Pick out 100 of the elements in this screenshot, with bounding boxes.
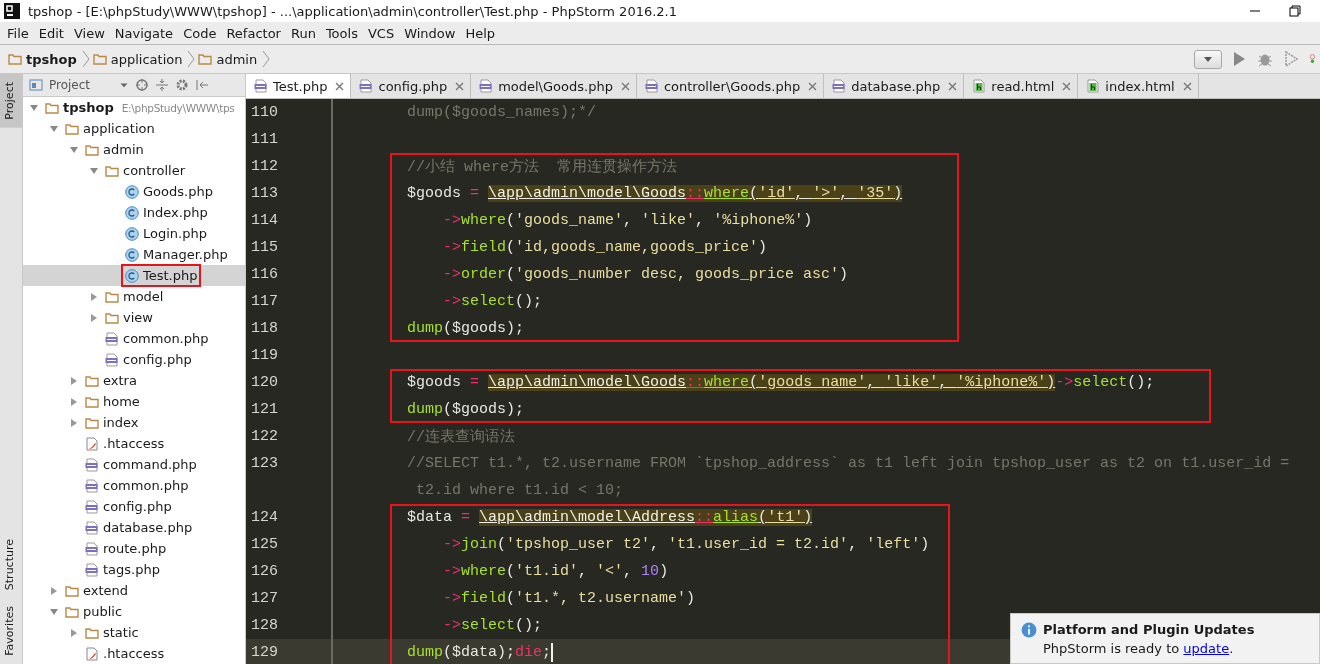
editor-tab[interactable]: Test.php [246, 74, 352, 98]
file-name: .htaccess [103, 436, 165, 451]
folder-icon [198, 52, 213, 66]
tree-item[interactable]: common.php [23, 475, 245, 496]
chevron-icon [81, 49, 90, 69]
class-icon [125, 226, 139, 241]
tree-item[interactable]: static [23, 622, 245, 643]
target-icon[interactable] [135, 78, 149, 92]
code-line: ->where('t1.id', '<', 10) [443, 563, 669, 580]
folder-icon [85, 625, 99, 640]
breadcrumb-item[interactable]: admin [216, 51, 258, 67]
code-line: ->field('t1.*, t2.username') [443, 590, 696, 607]
php-file-icon [254, 79, 268, 93]
code-line: ->select(); [443, 617, 543, 634]
chevron-icon [262, 49, 271, 69]
tree-item[interactable]: public [23, 601, 245, 622]
folder-icon [65, 604, 79, 619]
tree-item[interactable]: application [23, 118, 245, 139]
close-icon[interactable] [335, 81, 345, 91]
hide-panel-icon[interactable] [195, 78, 209, 92]
tool-window-tab[interactable]: Favorites [0, 598, 22, 664]
coverage-icon[interactable] [1282, 50, 1300, 68]
class-icon [125, 247, 139, 262]
tree-item[interactable]: extra [23, 370, 245, 391]
collapse-all-icon[interactable] [155, 78, 169, 92]
folder-icon [85, 142, 99, 157]
tree-item[interactable]: .htaccess [23, 643, 245, 664]
collapsed-arrow-icon[interactable] [69, 417, 79, 428]
expanded-arrow-icon[interactable] [49, 606, 59, 617]
collapsed-arrow-icon[interactable] [69, 396, 79, 407]
collapsed-arrow-icon[interactable] [69, 627, 79, 638]
tree-item[interactable]: Manager.php [23, 244, 245, 265]
collapsed-arrow-icon[interactable] [89, 312, 99, 323]
tree-item[interactable]: Goods.php [23, 181, 245, 202]
close-icon[interactable] [620, 81, 630, 91]
update-link[interactable]: update [1183, 641, 1230, 656]
file-name: index [103, 415, 139, 430]
panel-title[interactable]: Project [49, 78, 91, 92]
tree-item[interactable]: tags.php [23, 559, 245, 580]
code-line: $goods = \app\admin\model\Goods::where('goods_name', 'like', '%iphone%')->select(); [407, 374, 1155, 391]
tree-item[interactable]: Index.php [23, 202, 245, 223]
close-icon[interactable] [1182, 81, 1192, 91]
tree-item[interactable]: index [23, 412, 245, 433]
tree-item[interactable]: config.php [23, 496, 245, 517]
tree-item[interactable]: admin [23, 139, 245, 160]
collapsed-arrow-icon[interactable] [69, 375, 79, 386]
tree-item[interactable]: Test.php [23, 265, 245, 286]
tree-item[interactable]: common.php [23, 328, 245, 349]
tree-item[interactable]: database.php [23, 517, 245, 538]
collapsed-arrow-icon[interactable] [49, 585, 59, 596]
line-number: 129 [251, 644, 278, 661]
menu-item[interactable]: Window [399, 25, 461, 41]
breadcrumb-item[interactable]: application [110, 51, 183, 67]
expanded-arrow-icon[interactable] [89, 165, 99, 176]
close-icon[interactable] [455, 81, 465, 91]
tree-item[interactable]: config.php [23, 349, 245, 370]
tree-item[interactable]: controller [23, 160, 245, 181]
menu-item[interactable]: View [68, 25, 110, 41]
run-config-dropdown[interactable] [1194, 49, 1222, 69]
expanded-arrow-icon[interactable] [29, 102, 39, 113]
tree-item[interactable]: command.php [23, 454, 245, 475]
expanded-arrow-icon[interactable] [49, 123, 59, 134]
tool-window-tab[interactable]: Structure [0, 531, 22, 599]
php-file-icon [85, 562, 99, 577]
tree-item[interactable]: view [23, 307, 245, 328]
tree-item[interactable]: tpshop E:\phpStudy\WWW\tps [23, 97, 245, 118]
app-icon [4, 3, 20, 19]
menu-item[interactable]: Tools [320, 25, 363, 41]
file-name: static [103, 625, 139, 640]
code-line: dump($goods); [407, 320, 525, 337]
line-number: 119 [251, 347, 278, 364]
expanded-arrow-icon[interactable] [69, 144, 79, 155]
tree-item[interactable]: route.php [23, 538, 245, 559]
close-icon[interactable] [808, 81, 818, 91]
menu-item[interactable]: Refactor [221, 25, 286, 41]
line-number: 122 [251, 428, 278, 445]
file-name: route.php [103, 541, 167, 556]
breadcrumb-item[interactable]: tpshop [26, 51, 77, 67]
tree-item[interactable]: model [23, 286, 245, 307]
tree-item[interactable]: extend [23, 580, 245, 601]
tree-item[interactable]: home [23, 391, 245, 412]
tool-window-tab[interactable]: Project [0, 74, 22, 128]
restore-icon[interactable] [1288, 4, 1302, 18]
settings-icon[interactable] [175, 78, 189, 92]
menu-item[interactable]: Help [460, 25, 501, 41]
menu-item[interactable]: Edit [33, 25, 69, 41]
menu-item[interactable]: Navigate [109, 25, 179, 41]
tree-item[interactable]: Login.php [23, 223, 245, 244]
menu-item[interactable]: File [2, 25, 34, 41]
collapsed-arrow-icon[interactable] [89, 291, 99, 302]
line-number: 115 [251, 239, 278, 256]
menu-item[interactable]: Code [178, 25, 222, 41]
php-file-icon [85, 541, 99, 556]
tree-item[interactable]: .htaccess [23, 433, 245, 454]
close-icon[interactable] [948, 81, 958, 91]
close-icon[interactable] [1062, 81, 1072, 91]
menu-item[interactable]: VCS [362, 25, 400, 41]
menu-item[interactable]: Run [285, 25, 321, 41]
code-line: $goods = \app\admin\model\Goods::where('id', '>', '35') [407, 185, 903, 202]
code-line: //SELECT t1.*, t2.username FROM `tpshop_address` as t1 left join tpshop_user as t2 on t1.user_id = [407, 455, 1290, 472]
